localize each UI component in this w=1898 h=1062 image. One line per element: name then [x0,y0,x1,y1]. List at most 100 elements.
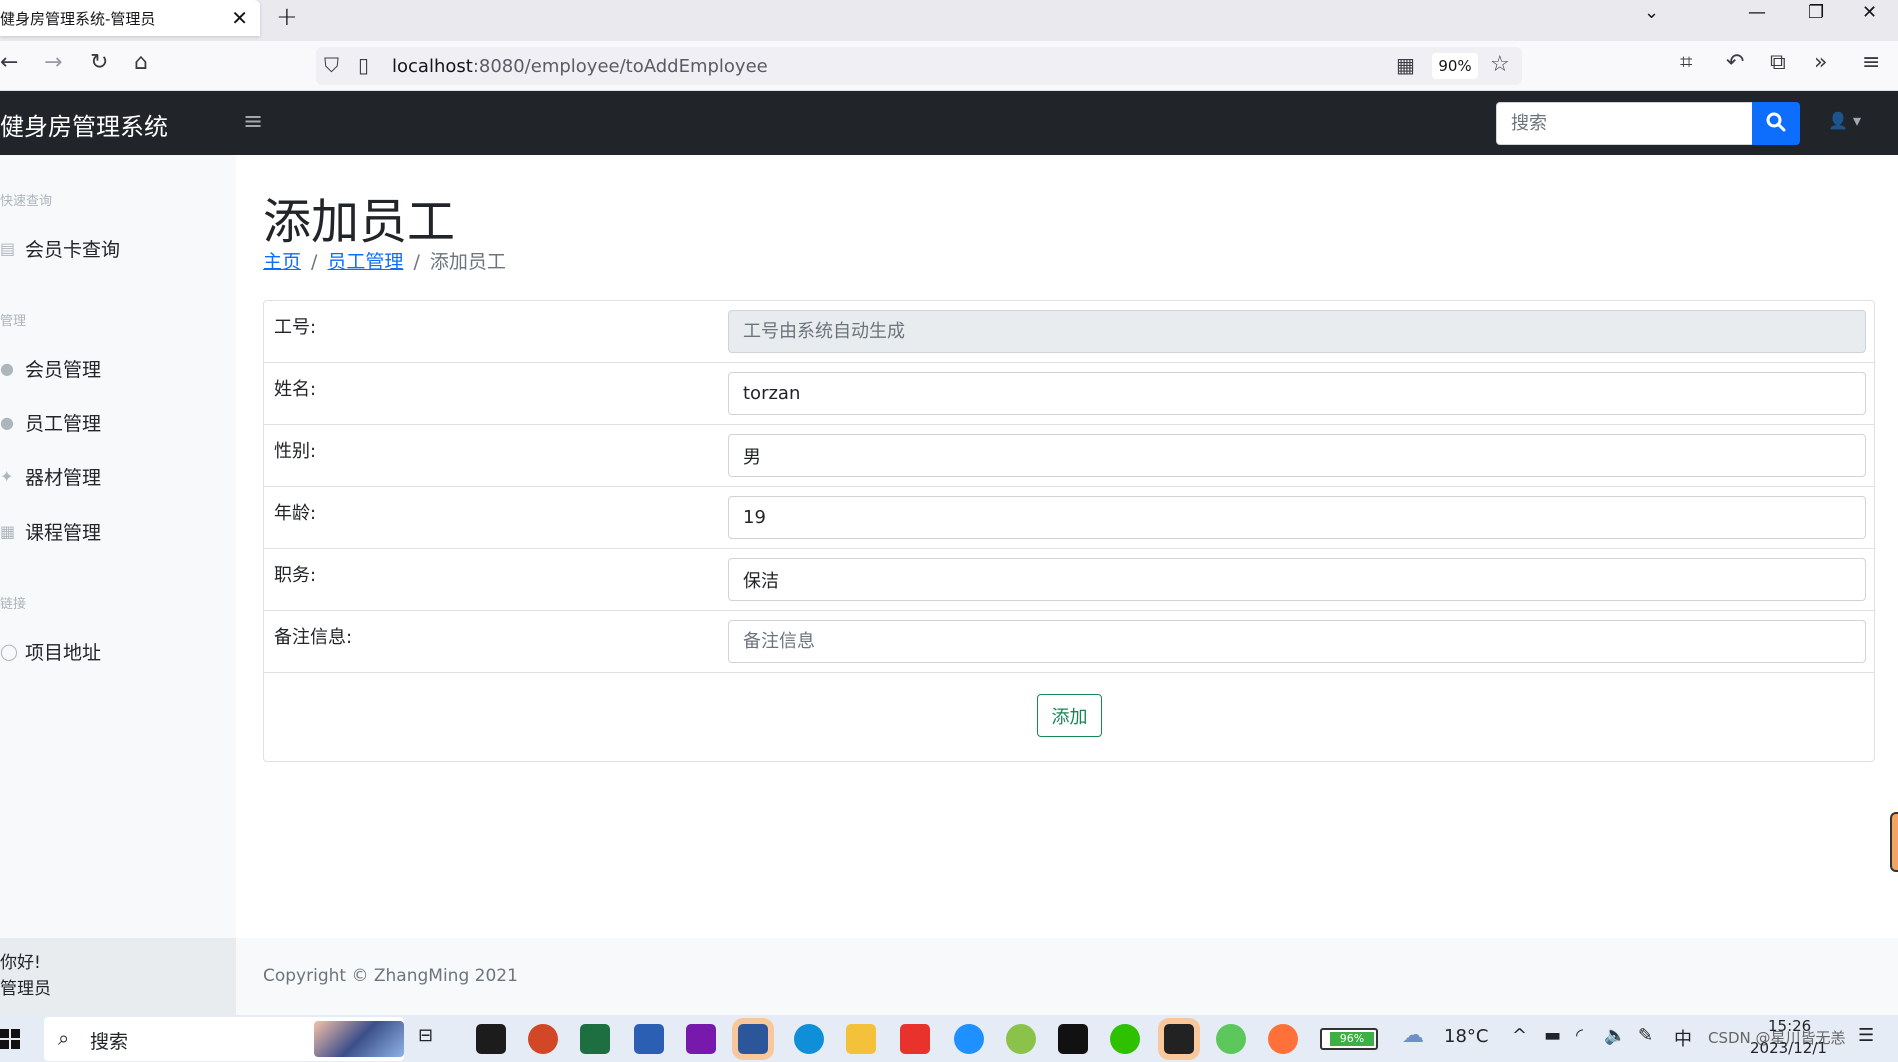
search-input[interactable] [1496,102,1753,145]
clock-time[interactable]: 15:26 [1768,1017,1811,1035]
overflow-icon[interactable]: » [1814,50,1827,75]
sidebar-heading-links: 链接 [0,597,27,612]
intellij-icon[interactable] [1058,1024,1088,1054]
excel-icon[interactable] [580,1024,610,1054]
sidebar-footer: 你好! 管理员 [0,938,236,1015]
sidebar-item-courses[interactable]: ▦ 课程管理 [0,518,101,545]
age-label: 年龄: [274,503,317,524]
clock-date[interactable]: 2023/12/1 [1750,1039,1827,1057]
copyright: Copyright © ZhangMing 2021 [263,966,518,986]
github-icon: ◯ [0,642,18,661]
form-row-remark: 备注信息: [264,611,1874,673]
zoom-level[interactable]: 90% [1432,53,1478,79]
close-tab-icon[interactable]: ✕ [231,6,248,30]
edge-icon[interactable] [794,1024,824,1054]
calendar-icon: ▦ [0,522,16,541]
sidebar-item-equipment[interactable]: ✦ 器材管理 [0,463,101,490]
powerpoint-icon[interactable] [528,1024,558,1054]
add-button[interactable]: 添加 [1037,694,1102,737]
sidebar-heading-quick: 快速查询 [0,194,53,209]
add-employee-form: 工号: 姓名: 性别: 年龄: 职务: 备注信息: 添加 [263,300,1875,762]
remark-label: 备注信息: [274,627,353,648]
sidebar-item-members[interactable]: ● 会员管理 [0,355,101,382]
user-icon: 👤 [1828,111,1848,130]
notification-icon[interactable]: ☰ [1858,1025,1874,1046]
caret-down-icon: ▾ [1853,111,1862,130]
sidebar-item-employees[interactable]: ● 员工管理 [0,409,101,436]
search-button[interactable] [1752,102,1800,145]
taskbar: ⌕ 搜索 ⊟ 96% ☁ 18°C ^ ▬ ◜ 🔈 ✎ 中 CSDN @星川皆无… [0,1015,1898,1062]
breadcrumb-home[interactable]: 主页 [263,251,301,273]
task-view-icon[interactable]: ⊟ [418,1025,433,1046]
qr-code-icon[interactable]: ▦ [1396,53,1415,77]
temperature[interactable]: 18°C [1444,1026,1488,1047]
sidebar-heading-manage: 管理 [0,314,27,329]
shield-icon[interactable]: ⛉ [324,53,339,77]
sidebar-toggle-icon[interactable]: ≡ [243,107,263,135]
green-app-icon[interactable] [1216,1024,1246,1054]
ie-icon[interactable] [954,1024,984,1054]
visio-icon[interactable] [634,1024,664,1054]
brand[interactable]: 健身房管理系统 [0,107,168,142]
sidebar-item-card-query[interactable]: ▤ 会员卡查询 [0,235,120,262]
remark-field[interactable] [728,620,1866,663]
address-bar[interactable]: ⛉ ▯ localhost:8080/employee/toAddEmploye… [316,47,1522,85]
close-window-icon[interactable]: ✕ [1862,2,1877,23]
back-icon[interactable]: ← [0,50,18,75]
sidebar: 快速查询 ▤ 会员卡查询 管理 ● 会员管理 ● 员工管理 ✦ 器材管理 ▦ 课… [0,155,236,1015]
name-field[interactable] [728,372,1866,415]
browser-tab[interactable]: 健身房管理系统-管理员 ✕ [0,0,260,36]
breadcrumb-employee-mgmt[interactable]: 员工管理 [327,251,403,273]
sidebar-item-project[interactable]: ◯ 项目地址 [0,638,101,665]
form-row-age: 年龄: [264,487,1874,549]
volume-icon[interactable]: 🔈 [1604,1025,1626,1046]
file-explorer-icon[interactable] [846,1024,876,1054]
footer-role: 管理员 [0,979,51,999]
minimize-icon[interactable]: — [1748,2,1766,23]
id-label: 工号: [274,317,317,338]
tray-expand-icon[interactable]: ^ [1512,1025,1527,1046]
restore-icon[interactable]: ❐ [1808,2,1824,23]
home-icon[interactable]: ⌂ [134,50,148,75]
undo-icon[interactable]: ↶ [1726,50,1744,75]
wifi-icon[interactable]: ◜ [1576,1025,1583,1046]
age-field[interactable] [728,496,1866,539]
wechat-icon[interactable] [1110,1024,1140,1054]
bookmark-star-icon[interactable]: ☆ [1490,52,1510,77]
search-icon: ⌕ [58,1026,70,1050]
user-dropdown[interactable]: 👤 ▾ [1828,111,1861,130]
tray-battery-icon[interactable]: ▬ [1544,1025,1561,1046]
form-row-gender: 性别: [264,425,1874,487]
breadcrumb: 主页 / 员工管理 / 添加员工 [263,251,506,273]
footer-greeting: 你好! [0,953,41,973]
windows-start-icon[interactable] [0,1029,22,1049]
user-tie-icon: ● [0,413,14,432]
battery-icon[interactable]: 96% [1320,1028,1378,1050]
music-app-icon[interactable] [1006,1024,1036,1054]
wps-icon[interactable] [900,1024,930,1054]
chevron-down-icon[interactable]: ⌄ [1644,2,1659,23]
ime-indicator[interactable]: 中 [1674,1025,1692,1051]
extensions-icon[interactable]: ⧉ [1770,50,1786,75]
equipment-icon: ✦ [0,467,14,486]
word-icon[interactable] [738,1024,768,1054]
sticky-notes-icon[interactable] [476,1024,506,1054]
taskbar-search[interactable]: ⌕ 搜索 [44,1017,404,1061]
position-label: 职务: [274,565,317,586]
firefox-icon[interactable] [1268,1024,1298,1054]
crop-icon[interactable]: ⌗ [1680,50,1692,75]
user-icon: ● [0,359,14,378]
side-scroll-handle[interactable] [1890,812,1898,872]
menu-icon[interactable]: ≡ [1862,50,1880,75]
reload-icon[interactable]: ↻ [90,50,108,75]
id-field [728,310,1866,353]
new-tab-icon[interactable]: + [276,2,298,32]
weather-cloud-icon[interactable]: ☁ [1402,1023,1424,1048]
qq-icon[interactable] [1164,1024,1194,1054]
forward-icon[interactable]: → [44,50,62,75]
position-field[interactable] [728,558,1866,601]
onenote-icon[interactable] [686,1024,716,1054]
pen-icon[interactable]: ✎ [1638,1025,1653,1046]
gender-field[interactable] [728,434,1866,477]
search-highlight-image [314,1021,404,1057]
